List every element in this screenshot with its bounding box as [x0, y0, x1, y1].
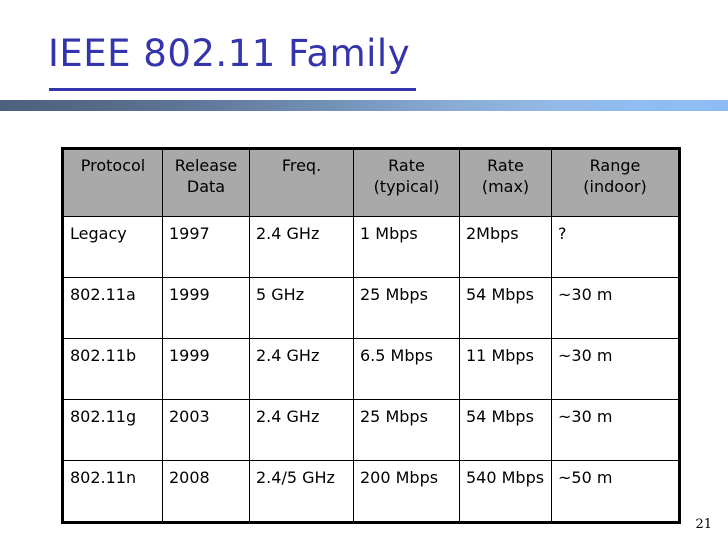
title-underline	[49, 88, 416, 91]
column-header-freq-line1: Freq.	[281, 156, 322, 175]
page-number: 21	[695, 517, 712, 532]
cell-rate-typical: 25 Mbps	[353, 399, 460, 461]
cell-rate-max: 2Mbps	[459, 216, 552, 278]
cell-range-indoor: ~50 m	[551, 460, 680, 523]
column-header-range-indoor: Range (indoor)	[551, 148, 680, 217]
column-header-release-data-line1: Release	[174, 156, 238, 175]
page-title: IEEE 802.11 Family	[48, 32, 411, 75]
cell-protocol: 802.11g	[62, 399, 163, 461]
cell-rate-typical: 200 Mbps	[353, 460, 460, 523]
column-header-rate-typical: Rate (typical)	[353, 148, 460, 217]
table-row: 802.11a 1999 5 GHz 25 Mbps 54 Mbps ~30 m	[62, 277, 680, 339]
cell-rate-typical: 25 Mbps	[353, 277, 460, 339]
cell-rate-typical: 1 Mbps	[353, 216, 460, 278]
column-header-rate-max-line2: (max)	[481, 176, 530, 196]
cell-rate-max: 54 Mbps	[459, 277, 552, 339]
table-header: Protocol Release Data Freq. Rate (typica…	[62, 148, 680, 217]
cell-range-indoor: ~30 m	[551, 338, 680, 400]
cell-freq: 5 GHz	[249, 277, 354, 339]
column-header-rate-max: Rate (max)	[459, 148, 552, 217]
table-row: 802.11g 2003 2.4 GHz 25 Mbps 54 Mbps ~30…	[62, 399, 680, 461]
cell-protocol: 802.11n	[62, 460, 163, 523]
column-header-rate-typical-line2: (typical)	[373, 176, 440, 196]
cell-protocol: 802.11b	[62, 338, 163, 400]
cell-range-indoor: ~30 m	[551, 399, 680, 461]
cell-rate-typical: 6.5 Mbps	[353, 338, 460, 400]
column-header-rate-max-line1: Rate	[487, 156, 524, 175]
column-header-freq: Freq.	[249, 148, 354, 217]
cell-release-data: 1999	[162, 338, 250, 400]
table-header-row: Protocol Release Data Freq. Rate (typica…	[62, 148, 680, 217]
cell-range-indoor: ~30 m	[551, 277, 680, 339]
cell-freq: 2.4 GHz	[249, 399, 354, 461]
cell-freq: 2.4 GHz	[249, 338, 354, 400]
column-header-release-data: Release Data	[162, 148, 250, 217]
protocol-table-container: Protocol Release Data Freq. Rate (typica…	[61, 147, 681, 524]
ieee-80211-family-table: Protocol Release Data Freq. Rate (typica…	[61, 147, 681, 524]
table-row: 802.11b 1999 2.4 GHz 6.5 Mbps 11 Mbps ~3…	[62, 338, 680, 400]
accent-gradient-bar	[0, 100, 728, 111]
table-row: 802.11n 2008 2.4/5 GHz 200 Mbps 540 Mbps…	[62, 460, 680, 523]
column-header-range-indoor-line1: Range	[589, 156, 641, 175]
cell-rate-max: 11 Mbps	[459, 338, 552, 400]
table-row: Legacy 1997 2.4 GHz 1 Mbps 2Mbps ?	[62, 216, 680, 278]
table-body: Legacy 1997 2.4 GHz 1 Mbps 2Mbps ? 802.1…	[62, 216, 680, 523]
cell-range-indoor: ?	[551, 216, 680, 278]
column-header-protocol-line1: Protocol	[80, 156, 146, 175]
cell-rate-max: 54 Mbps	[459, 399, 552, 461]
column-header-range-indoor-line2: (indoor)	[583, 176, 647, 196]
cell-release-data: 1997	[162, 216, 250, 278]
cell-protocol: 802.11a	[62, 277, 163, 339]
cell-release-data: 1999	[162, 277, 250, 339]
column-header-release-data-line2: Data	[186, 176, 226, 196]
cell-freq: 2.4 GHz	[249, 216, 354, 278]
cell-release-data: 2008	[162, 460, 250, 523]
cell-freq: 2.4/5 GHz	[249, 460, 354, 523]
cell-release-data: 2003	[162, 399, 250, 461]
column-header-rate-typical-line1: Rate	[388, 156, 425, 175]
column-header-protocol: Protocol	[62, 148, 163, 217]
cell-rate-max: 540 Mbps	[459, 460, 552, 523]
cell-protocol: Legacy	[62, 216, 163, 278]
